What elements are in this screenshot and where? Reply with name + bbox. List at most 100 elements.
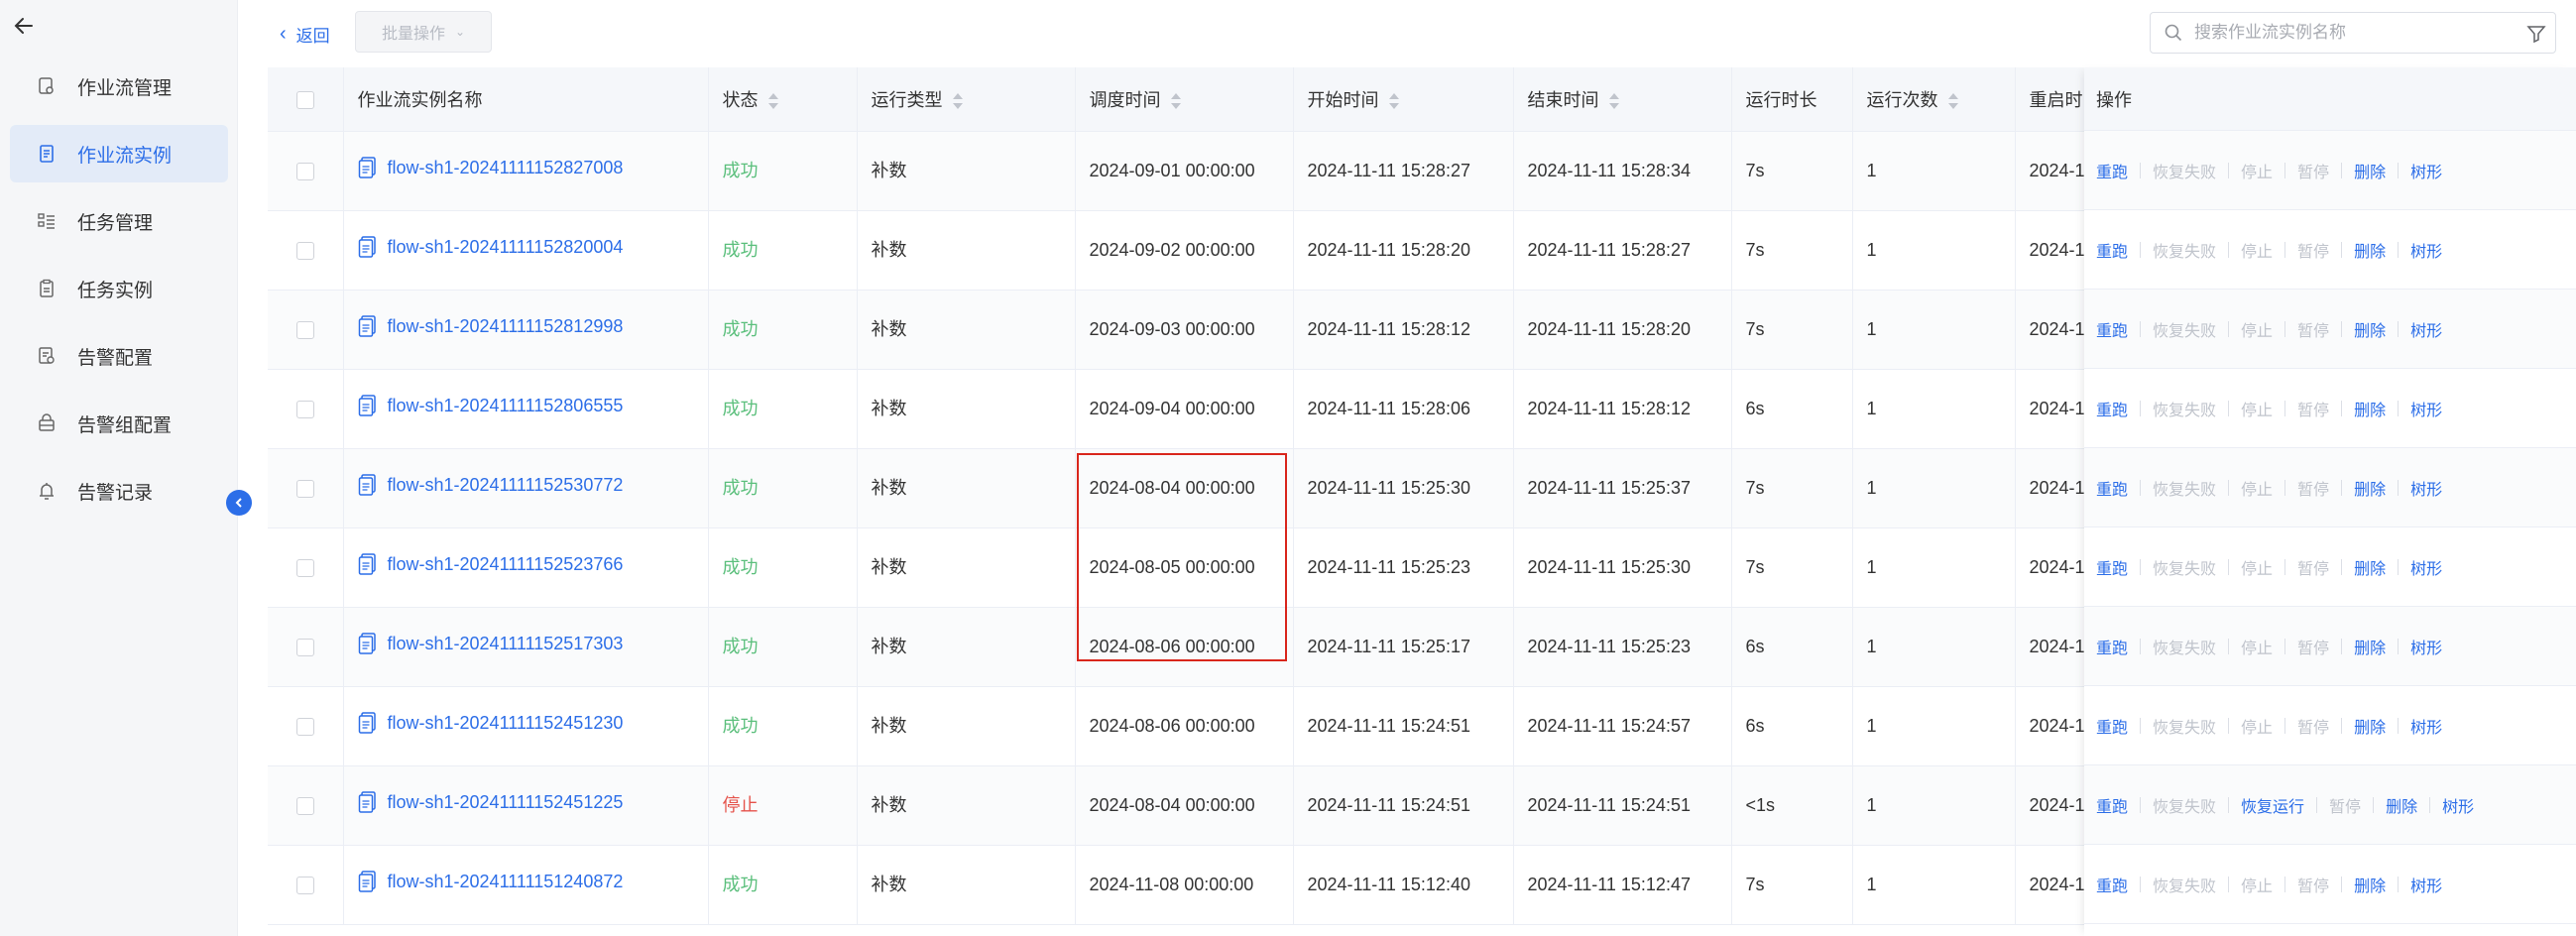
operation-link[interactable]: 恢复失败 [2153,159,2216,182]
row-checkbox[interactable] [295,876,314,894]
operation-link[interactable]: 树形 [2410,397,2442,420]
operation-link[interactable]: 暂停 [2297,714,2329,738]
row-checkbox[interactable] [295,479,314,498]
operation-link[interactable]: 暂停 [2297,476,2329,500]
sidebar-item-6[interactable]: 告警记录 [10,462,228,520]
operation-link[interactable]: 停止 [2241,397,2273,420]
operation-link[interactable]: 停止 [2241,873,2273,896]
search-input[interactable] [2194,23,2512,43]
operation-link[interactable]: 树形 [2410,238,2442,262]
operation-link[interactable]: 暂停 [2297,238,2329,262]
sort-icon[interactable] [1947,93,1958,109]
operation-link[interactable]: 恢复失败 [2153,317,2216,341]
instance-name-link[interactable]: flow-sh1-20241111152530772 [358,470,623,501]
operation-link[interactable]: 重跑 [2096,397,2128,420]
operation-link[interactable]: 树形 [2410,635,2442,658]
operation-link[interactable]: 恢复失败 [2153,555,2216,579]
operation-link[interactable]: 恢复失败 [2153,476,2216,500]
sort-icon[interactable] [1170,93,1181,109]
operation-link[interactable]: 重跑 [2096,714,2128,738]
operation-link[interactable]: 暂停 [2297,317,2329,341]
collapse-sidebar-icon[interactable] [226,490,252,516]
operation-link[interactable]: 停止 [2241,317,2273,341]
operation-link[interactable]: 删除 [2354,714,2386,738]
operation-link[interactable]: 删除 [2354,635,2386,658]
row-checkbox[interactable] [295,717,314,736]
operation-link[interactable]: 恢复失败 [2153,635,2216,658]
operation-link[interactable]: 停止 [2241,714,2273,738]
operation-link[interactable]: 停止 [2241,555,2273,579]
sidebar-item-3[interactable]: 任务实例 [10,260,228,317]
operation-link[interactable]: 恢复失败 [2153,714,2216,738]
column-header-status[interactable]: 状态 [708,67,858,132]
back-arrow-icon[interactable] [12,14,40,42]
operation-link[interactable]: 树形 [2410,317,2442,341]
row-checkbox[interactable] [295,638,314,656]
column-header-schedule-time[interactable]: 调度时间 [1075,67,1294,132]
select-all-checkbox[interactable] [295,90,314,109]
instance-name-link[interactable]: flow-sh1-20241111152451230 [358,708,623,739]
instance-name-link[interactable]: flow-sh1-20241111152820004 [358,232,623,263]
sidebar-item-4[interactable]: 告警配置 [10,327,228,385]
operation-link[interactable]: 恢复运行 [2241,793,2304,817]
column-header-start-time[interactable]: 开始时间 [1293,67,1514,132]
row-checkbox[interactable] [295,241,314,260]
instance-name-link[interactable]: flow-sh1-20241111152812998 [358,311,623,342]
operation-link[interactable]: 树形 [2410,555,2442,579]
operation-link[interactable]: 恢复失败 [2153,397,2216,420]
filter-icon[interactable] [2525,23,2547,45]
sort-icon[interactable] [1388,93,1399,109]
operation-link[interactable]: 暂停 [2297,397,2329,420]
operation-link[interactable]: 停止 [2241,159,2273,182]
row-checkbox[interactable] [295,796,314,815]
operation-link[interactable]: 恢复失败 [2153,873,2216,896]
operation-link[interactable]: 删除 [2354,159,2386,182]
instance-name-link[interactable]: flow-sh1-20241111152451225 [358,787,623,818]
operation-link[interactable]: 停止 [2241,635,2273,658]
column-header-run-count[interactable]: 运行次数 [1852,67,2016,132]
operation-link[interactable]: 重跑 [2096,555,2128,579]
operation-link[interactable]: 暂停 [2297,555,2329,579]
operation-link[interactable]: 暂停 [2297,873,2329,896]
operation-link[interactable]: 暂停 [2297,635,2329,658]
operation-link[interactable]: 重跑 [2096,159,2128,182]
column-header-run-type[interactable]: 运行类型 [857,67,1076,132]
operation-link[interactable]: 树形 [2410,873,2442,896]
operation-link[interactable]: 重跑 [2096,238,2128,262]
operation-link[interactable]: 删除 [2354,397,2386,420]
column-header-end-time[interactable]: 结束时间 [1513,67,1732,132]
sidebar-item-2[interactable]: 任务管理 [10,192,228,250]
row-checkbox[interactable] [295,320,314,339]
operation-link[interactable]: 暂停 [2297,159,2329,182]
operation-link[interactable]: 重跑 [2096,873,2128,896]
batch-operation-button[interactable]: 批量操作 ⌄ [355,11,492,53]
sidebar-item-0[interactable]: 作业流管理 [10,58,228,115]
operation-link[interactable]: 停止 [2241,476,2273,500]
operation-link[interactable]: 恢复失败 [2153,793,2216,817]
instance-name-link[interactable]: flow-sh1-20241111151240872 [358,867,623,897]
operation-link[interactable]: 删除 [2354,317,2386,341]
instance-name-link[interactable]: flow-sh1-20241111152806555 [358,391,623,421]
instance-name-link[interactable]: flow-sh1-20241111152517303 [358,629,623,659]
operation-link[interactable]: 删除 [2354,555,2386,579]
operation-link[interactable]: 删除 [2386,793,2417,817]
operation-link[interactable]: 暂停 [2329,793,2361,817]
operation-link[interactable]: 树形 [2410,476,2442,500]
operation-link[interactable]: 删除 [2354,873,2386,896]
row-checkbox[interactable] [295,558,314,577]
sidebar-item-5[interactable]: 告警组配置 [10,395,228,452]
row-checkbox[interactable] [295,400,314,418]
sort-icon[interactable] [952,93,963,109]
operation-link[interactable]: 树形 [2410,714,2442,738]
sidebar-item-1[interactable]: 作业流实例 [10,125,228,182]
back-link[interactable]: ‹ 返回 [280,20,330,48]
row-checkbox[interactable] [295,162,314,180]
instance-name-link[interactable]: flow-sh1-20241111152523766 [358,549,623,580]
operation-link[interactable]: 停止 [2241,238,2273,262]
sort-icon[interactable] [767,93,778,109]
operation-link[interactable]: 树形 [2410,159,2442,182]
operation-link[interactable]: 重跑 [2096,476,2128,500]
operation-link[interactable]: 删除 [2354,476,2386,500]
operation-link[interactable]: 恢复失败 [2153,238,2216,262]
instance-name-link[interactable]: flow-sh1-20241111152827008 [358,153,623,183]
